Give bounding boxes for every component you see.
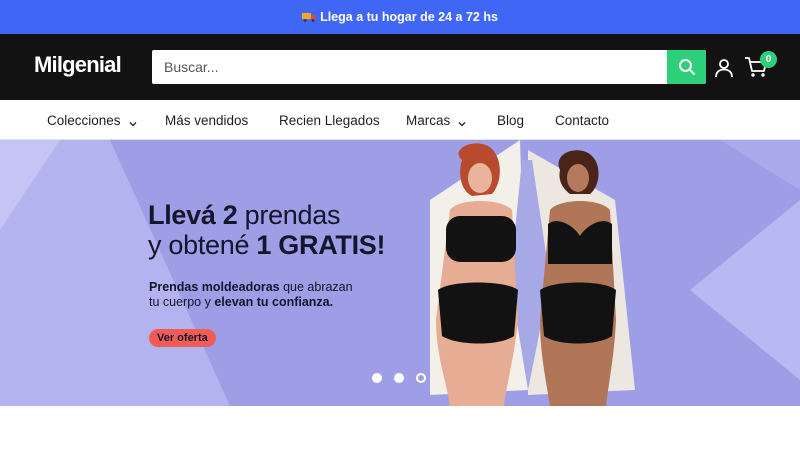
hero-product-image [430,140,635,406]
user-icon [715,59,733,78]
hero-title: Llevá 2 prendas y obtené 1 GRATIS! [148,200,386,260]
main-nav: Colecciones Más vendidos Recien Llegados… [0,100,800,140]
nav-item-marcas[interactable]: Marcas [406,100,466,140]
cart-count-badge: 0 [760,51,777,68]
account-button[interactable] [714,58,734,78]
chevron-down-icon [129,116,137,127]
carousel-dot-3[interactable] [416,373,426,383]
announcement-text: Llega a tu hogar de 24 a 72 hs [320,10,498,24]
nav-item-colecciones[interactable]: Colecciones [47,100,137,140]
nav-item-label: Blog [497,112,525,128]
nav-item-label: Contacto [555,112,610,128]
carousel-dot-1[interactable] [372,373,382,383]
chevron-down-icon [458,116,466,127]
truck-icon [302,12,317,22]
search-input[interactable] [152,50,666,84]
hero-subtitle: Prendas moldeadoras que abrazan tu cuerp… [149,280,353,309]
nav-item-mas-vendidos[interactable]: Más vendidos [165,100,248,140]
search-bar [152,50,706,84]
site-logo[interactable]: Milgenial [34,52,122,78]
search-icon [678,59,695,75]
announcement-bar: Llega a tu hogar de 24 a 72 hs [0,0,800,34]
search-button[interactable] [667,50,706,84]
carousel-dots [372,373,426,383]
nav-item-contacto[interactable]: Contacto [555,100,609,140]
nav-item-label: Colecciones [47,112,121,128]
nav-item-label: Marcas [406,112,451,128]
nav-item-label: Recien Llegados [279,112,380,128]
nav-item-recien-llegados[interactable]: Recien Llegados [279,100,380,140]
nav-item-blog[interactable]: Blog [497,100,524,140]
site-header: Milgenial 0 [0,34,800,100]
view-offer-button[interactable]: Ver oferta [149,329,216,347]
nav-item-label: Más vendidos [165,112,249,128]
carousel-dot-2[interactable] [394,373,404,383]
hero-background-shapes [0,140,800,406]
hero-banner[interactable]: Llevá 2 prendas y obtené 1 GRATIS! Prend… [0,140,800,406]
